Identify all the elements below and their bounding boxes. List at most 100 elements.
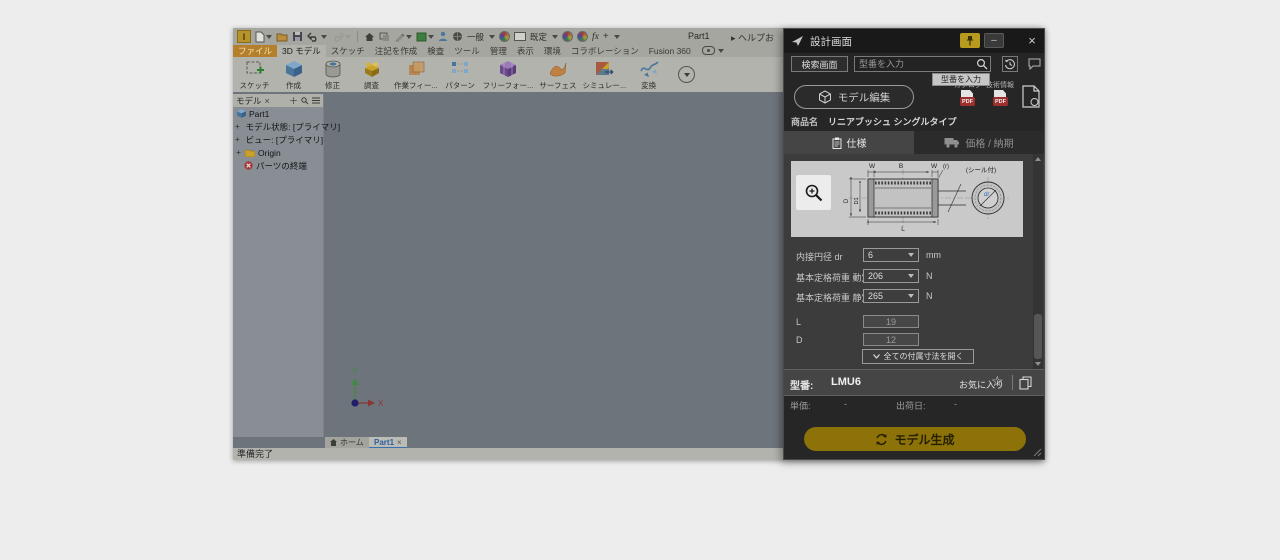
browser-add-icon[interactable]: ＋ [289, 94, 298, 107]
browser-item-origin[interactable]: + Origin [233, 146, 323, 159]
scroll-up-icon[interactable] [1035, 157, 1041, 161]
undo-button[interactable] [307, 30, 327, 43]
pin-button[interactable] [960, 33, 980, 48]
browser-item-view[interactable]: + ビュー: [プライマリ] [233, 133, 323, 146]
expand-plus-icon[interactable]: + [235, 148, 242, 157]
expand-dimensions-button[interactable]: 全ての付属寸法を開く [862, 349, 974, 364]
pdf-badge: PDF [960, 97, 975, 106]
material-profile-dropdown[interactable]: 一般 [467, 31, 484, 43]
ribbon-surface-button[interactable]: サーフェス [536, 57, 579, 91]
help-menu[interactable]: ▸ ヘルプお [731, 31, 774, 44]
ribbon-work-features-button[interactable]: 作業フィー... [391, 57, 441, 91]
ribbon-pattern-button[interactable]: パターン [441, 57, 480, 91]
chevron-down-icon [908, 274, 914, 278]
history-icon [1004, 58, 1016, 70]
tab-environments[interactable]: 環境 [539, 45, 566, 57]
browser-item-part[interactable]: Part1 [233, 107, 323, 120]
ribbon-convert-button[interactable]: 変換 [629, 57, 668, 91]
scrollbar-thumb[interactable] [1034, 314, 1042, 359]
ribbon-create-button[interactable]: 作成 [274, 57, 313, 91]
browser-item-end-of-part[interactable]: パーツの終端 [233, 159, 323, 172]
tab-3d-model[interactable]: 3D モデル [277, 45, 326, 57]
expand-plus-icon[interactable]: + [235, 135, 240, 144]
panel-titlebar[interactable]: 設計画面 [784, 29, 1044, 53]
pin-icon [964, 35, 976, 47]
ribbon-simulation-button[interactable]: シミュレー... [579, 57, 629, 91]
ribbon-freeform-button[interactable]: フリーフォー... [480, 57, 537, 91]
screen-record-button[interactable] [702, 46, 724, 55]
catalog-pdf-button[interactable]: PDF [960, 90, 975, 108]
new-file-button[interactable] [255, 30, 272, 43]
zoom-drawing-button[interactable] [796, 175, 831, 210]
material-button[interactable] [416, 30, 434, 43]
part-number-input[interactable] [854, 56, 991, 72]
search-screen-button[interactable]: 検索画面 [791, 56, 848, 72]
comment-icon[interactable] [1028, 58, 1041, 70]
doc-tab-home[interactable]: ホーム [325, 437, 369, 448]
add-toolbar-button[interactable]: + [603, 32, 609, 42]
tab-inspect[interactable]: 検査 [422, 45, 449, 57]
tab-file[interactable]: ファイル [233, 45, 277, 57]
generate-model-button[interactable]: モデル生成 [804, 427, 1026, 451]
modify-cylinder-icon [322, 59, 344, 79]
model-edit-button[interactable]: モデル編集 [794, 85, 914, 109]
tech-info-pdf-button[interactable]: PDF [993, 90, 1008, 108]
tab-annotate[interactable]: 注記を作成 [370, 45, 423, 57]
refresh-icon [875, 433, 888, 446]
ribbon-inspect-button[interactable]: 調査 [352, 57, 391, 91]
history-button[interactable] [1002, 56, 1018, 72]
close-button[interactable]: × [1022, 33, 1042, 48]
dynamic-load-select[interactable]: 206 [863, 269, 919, 283]
price-row: 単価: - 出荷日: - [784, 399, 1044, 415]
inner-diameter-select[interactable]: 6 [863, 248, 919, 262]
sketch-tool-button[interactable] [394, 30, 412, 43]
browser-item-model-states[interactable]: + モデル状態: [プライマリ] [233, 120, 323, 133]
doc-tab-part1[interactable]: Part1 × [369, 437, 407, 448]
search-icon[interactable] [976, 58, 988, 70]
tab-fusion360[interactable]: Fusion 360 [644, 45, 696, 57]
tab-collaborate[interactable]: コラボレーション [566, 45, 644, 57]
new-file-caret-icon [266, 35, 272, 39]
browser-menu-icon[interactable] [312, 97, 320, 104]
tab-tools[interactable]: ツール [449, 45, 485, 57]
save-button[interactable] [292, 30, 303, 43]
toolbar-options-caret-icon[interactable] [614, 35, 620, 39]
ribbon-sketch-button[interactable]: スケッチ [235, 57, 274, 91]
user-icon[interactable] [438, 30, 448, 43]
scroll-down-icon[interactable] [1035, 362, 1041, 366]
color-wheel-icon[interactable] [499, 31, 510, 42]
home-button[interactable] [364, 30, 375, 43]
spec-scrollbar[interactable] [1033, 154, 1043, 369]
appearance-style-dropdown[interactable]: 既定 [530, 31, 547, 43]
static-load-select[interactable]: 265 [863, 289, 919, 303]
inventor-logo-icon[interactable]: I [237, 30, 251, 43]
display-style-icon[interactable] [514, 32, 526, 41]
profile-caret-icon [489, 35, 495, 39]
document-button[interactable] [1022, 85, 1040, 108]
tab-manage[interactable]: 管理 [485, 45, 512, 57]
doc-tab-close-icon[interactable]: × [397, 438, 402, 447]
parameters-fx-button[interactable]: fx [592, 32, 599, 42]
tab-spec[interactable]: 仕様 [784, 131, 914, 154]
ribbon-collapse-button[interactable] [678, 66, 695, 83]
tab-sketch[interactable]: スケッチ [326, 45, 370, 57]
svg-text:(シール付): (シール付) [966, 165, 996, 174]
resize-grip[interactable] [1032, 447, 1042, 457]
browser-tab-label[interactable]: モデル [236, 95, 262, 107]
favorite-star-button[interactable]: ☆ [991, 373, 1004, 390]
appearance-wheel-icon[interactable] [562, 31, 573, 42]
redo-button[interactable] [331, 30, 351, 43]
screenshot-stage: I 一般 既定 fx + Part1 ▸ ヘルプお [0, 0, 1280, 560]
appearance-clear-wheel-icon[interactable] [577, 31, 588, 42]
expand-plus-icon[interactable]: + [235, 122, 240, 131]
ribbon-modify-button[interactable]: 修正 [313, 57, 352, 91]
browser-search-icon[interactable] [301, 97, 309, 105]
browser-close-icon[interactable]: × [265, 96, 270, 106]
tab-view[interactable]: 表示 [512, 45, 539, 57]
copy-button[interactable] [1019, 376, 1032, 390]
open-button[interactable] [276, 30, 288, 43]
sphere-icon[interactable] [452, 30, 463, 43]
tab-price-delivery[interactable]: 価格 / 納期 [914, 131, 1044, 154]
minimize-button[interactable]: – [984, 33, 1004, 48]
view-button[interactable] [379, 30, 390, 43]
